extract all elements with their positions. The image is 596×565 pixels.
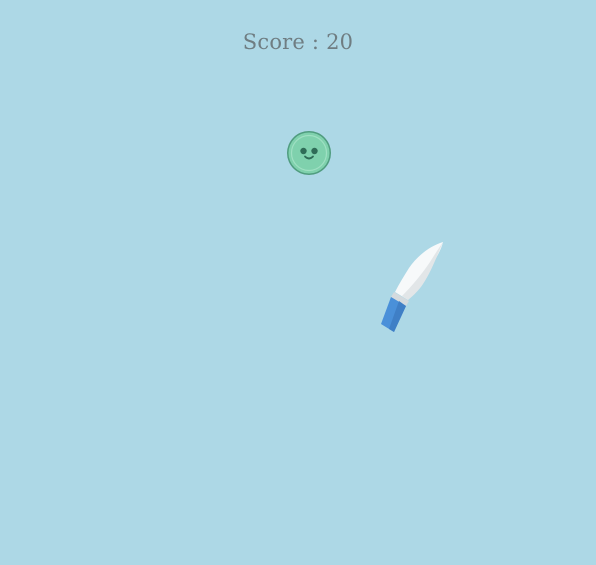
game-stage[interactable]: Score : 20 xyxy=(0,0,596,565)
score-label: Score : 20 xyxy=(242,30,354,54)
knife-icon[interactable] xyxy=(375,238,451,338)
smiley-target-icon xyxy=(285,129,333,177)
